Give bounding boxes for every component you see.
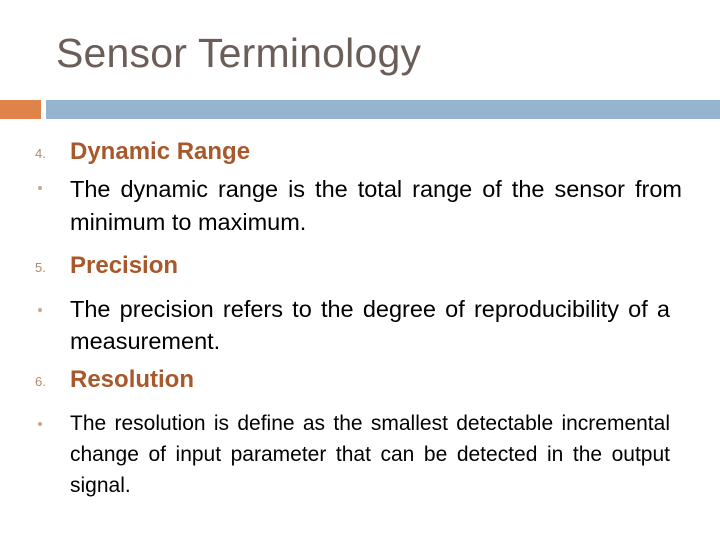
bullet-icon: [38, 186, 42, 190]
term-definition-precision: The precision refers to the degree of re…: [70, 296, 670, 354]
term-heading-precision: Precision: [70, 252, 179, 279]
term-definition-dynamic-range: The dynamic range is the total range of …: [70, 176, 682, 235]
list-number: 6.: [35, 374, 46, 389]
term-heading-resolution: Resolution: [70, 366, 194, 393]
term-definition-resolution: The resolution is define as the smallest…: [70, 412, 670, 497]
term-heading-dynamic-range: Dynamic Range: [70, 138, 251, 165]
title-accent-bar: [0, 100, 41, 119]
bullet-icon: [38, 308, 42, 312]
title-divider-bar: [46, 100, 720, 119]
list-number: 5.: [35, 260, 46, 275]
list-number: 4.: [35, 146, 46, 161]
slide-title: Sensor Terminology: [56, 30, 422, 76]
bullet-icon: [38, 422, 42, 426]
